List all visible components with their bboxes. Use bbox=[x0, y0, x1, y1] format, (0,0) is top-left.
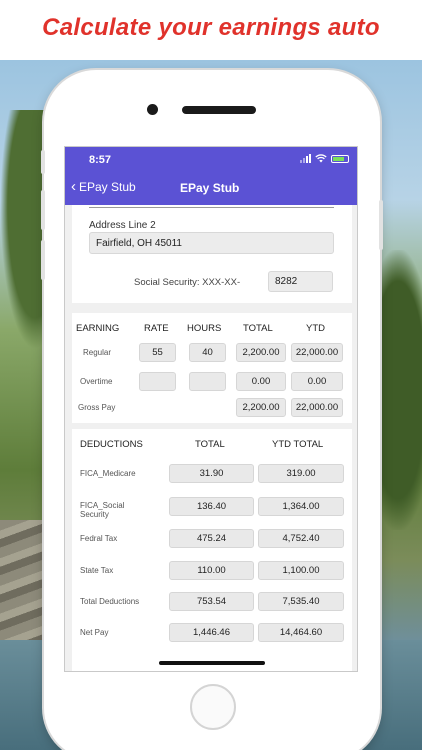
deduction-ytd-total-header: YTD TOTAL bbox=[272, 439, 324, 450]
fica-medicare-label: FICA_Medicare bbox=[80, 469, 136, 478]
hours-header: HOURS bbox=[187, 323, 222, 334]
federal-tax-ytd-field[interactable]: 4,752.40 bbox=[258, 529, 344, 548]
deductions-header: DEDUCTIONS bbox=[80, 439, 143, 450]
cellular-signal-icon bbox=[300, 154, 311, 163]
address-line1-underline bbox=[89, 207, 334, 208]
overtime-label: Overtime bbox=[80, 377, 113, 386]
back-button-label: EPay Stub bbox=[79, 180, 136, 194]
camera-icon bbox=[147, 104, 158, 115]
regular-ytd-field[interactable]: 22,000.00 bbox=[291, 343, 343, 362]
page-title: EPay Stub bbox=[180, 181, 240, 195]
earning-header: EARNING bbox=[76, 323, 120, 334]
federal-tax-label: Fedral Tax bbox=[80, 534, 118, 543]
fica-social-security-ytd-field[interactable]: 1,364.00 bbox=[258, 497, 344, 516]
state-tax-label: State Tax bbox=[80, 566, 114, 575]
promo-headline: Calculate your earnings auto bbox=[42, 14, 380, 41]
overtime-rate-field[interactable] bbox=[139, 372, 176, 391]
deduction-total-header: TOTAL bbox=[195, 439, 225, 450]
address-line2-label: Address Line 2 bbox=[89, 220, 156, 231]
overtime-ytd-field[interactable]: 0.00 bbox=[291, 372, 343, 391]
fica-medicare-total-field[interactable]: 31.90 bbox=[169, 464, 254, 483]
home-button[interactable] bbox=[190, 684, 236, 730]
home-indicator[interactable] bbox=[159, 661, 265, 665]
total-deductions-ytd-field: 7,535.40 bbox=[258, 592, 344, 611]
address-line2-field[interactable]: Fairfield, OH 45011 bbox=[89, 232, 334, 254]
net-pay-total-field: 1,446.46 bbox=[169, 623, 254, 642]
total-deductions-total-field: 753.54 bbox=[169, 592, 254, 611]
regular-total-field: 2,200.00 bbox=[236, 343, 286, 362]
navigation-bar: 8:57 ‹ EPay Stub EPay Stub bbox=[65, 147, 357, 205]
regular-rate-field[interactable]: 55 bbox=[139, 343, 176, 362]
gross-pay-ytd-field: 22,000.00 bbox=[291, 398, 343, 417]
status-icons bbox=[300, 154, 349, 163]
address-card: Address Line 2 Fairfield, OH 45011 Socia… bbox=[72, 205, 352, 303]
status-time: 8:57 bbox=[89, 154, 112, 166]
back-button[interactable]: ‹ EPay Stub bbox=[71, 178, 136, 195]
overtime-hours-field[interactable] bbox=[189, 372, 226, 391]
form-content[interactable]: Address Line 2 Fairfield, OH 45011 Socia… bbox=[65, 205, 357, 671]
phone-volume-down bbox=[41, 240, 45, 280]
state-tax-ytd-field[interactable]: 1,100.00 bbox=[258, 561, 344, 580]
regular-hours-field[interactable]: 40 bbox=[189, 343, 226, 362]
fica-social-security-total-field[interactable]: 136.40 bbox=[169, 497, 254, 516]
deductions-card: DEDUCTIONS TOTAL YTD TOTAL FICA_Medicare… bbox=[72, 429, 352, 671]
federal-tax-total-field[interactable]: 475.24 bbox=[169, 529, 254, 548]
ssn-last4-field[interactable]: 8282 bbox=[268, 271, 333, 292]
fica-medicare-ytd-field[interactable]: 319.00 bbox=[258, 464, 344, 483]
ssn-label: Social Security: XXX-XX- bbox=[134, 277, 241, 288]
net-pay-ytd-field: 14,464.60 bbox=[258, 623, 344, 642]
battery-icon bbox=[331, 154, 349, 163]
overtime-total-field: 0.00 bbox=[236, 372, 286, 391]
gross-pay-label: Gross Pay bbox=[78, 403, 116, 412]
total-header: TOTAL bbox=[243, 323, 273, 334]
fica-social-security-label: FICA_Social Security bbox=[80, 501, 125, 519]
chevron-left-icon: ‹ bbox=[71, 178, 76, 195]
speaker-grille bbox=[182, 106, 256, 114]
regular-label: Regular bbox=[83, 348, 112, 357]
phone-power-button bbox=[379, 200, 383, 250]
ytd-header: YTD bbox=[306, 323, 325, 334]
earnings-card: EARNING RATE HOURS TOTAL YTD Regular 55 … bbox=[72, 313, 352, 423]
total-deductions-label: Total Deductions bbox=[80, 597, 140, 606]
gross-pay-total-field: 2,200.00 bbox=[236, 398, 286, 417]
net-pay-label: Net Pay bbox=[80, 628, 109, 637]
wifi-icon bbox=[315, 154, 327, 163]
rate-header: RATE bbox=[144, 323, 169, 334]
state-tax-total-field[interactable]: 110.00 bbox=[169, 561, 254, 580]
phone-mute-switch bbox=[41, 150, 45, 174]
phone-volume-up bbox=[41, 190, 45, 230]
phone-screen: 8:57 ‹ EPay Stub EPay Stub Address Line … bbox=[64, 146, 358, 672]
